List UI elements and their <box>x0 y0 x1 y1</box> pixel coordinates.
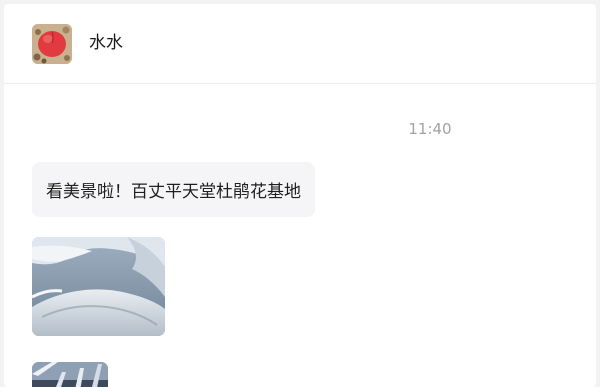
chat-header: 水水 <box>4 4 596 84</box>
message-bubble[interactable]: 看美景啦！百丈平天堂杜鹃花基地 <box>32 162 315 217</box>
image-message[interactable] <box>32 362 108 387</box>
frosted-branches-photo-icon <box>32 362 108 387</box>
peach-avatar-icon <box>32 24 72 64</box>
message-list[interactable]: 11:40 看美景啦！百丈平天堂杜鹃花基地 <box>4 84 596 387</box>
image-message[interactable] <box>32 237 165 336</box>
contact-name: 水水 <box>89 33 123 53</box>
message-timestamp: 11:40 <box>408 120 452 138</box>
chat-window: 水水 11:40 看美景啦！百丈平天堂杜鹃花基地 <box>4 4 596 387</box>
contact-avatar[interactable] <box>32 24 72 64</box>
snowy-mountain-photo-icon <box>32 237 165 336</box>
message-text: 看美景啦！百丈平天堂杜鹃花基地 <box>46 182 301 202</box>
